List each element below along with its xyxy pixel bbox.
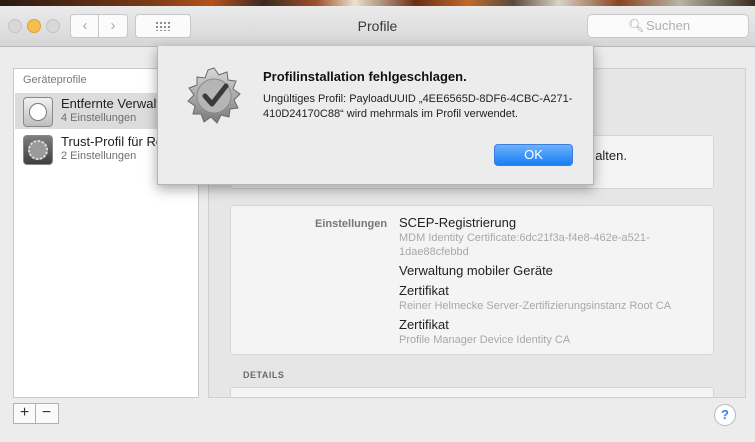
profile-item-subtitle: 2 Einstellungen [61, 150, 137, 162]
profile-info-text: alten. [595, 148, 627, 163]
ok-button[interactable]: OK [494, 144, 573, 166]
details-header: DETAILS [243, 370, 285, 380]
setting-detail: Profile Manager Device Identity CA [399, 334, 571, 346]
search-icon: 🔍︎ [628, 18, 645, 33]
search-placeholder: Suchen [646, 18, 691, 33]
profile-item-subtitle: 4 Einstellungen [61, 112, 137, 124]
setting-title: Zertifikat [399, 283, 449, 298]
setting-title: SCEP-Registrierung [399, 215, 517, 230]
enrollment-profile-icon [23, 97, 53, 127]
search-field[interactable]: 🔍︎ Suchen [587, 14, 749, 38]
alert-title: Profilinstallation fehlgeschlagen. [263, 69, 467, 84]
settings-box: Einstellungen SCEP-Registrierung MDM Ide… [230, 205, 714, 355]
alert-message: Ungültiges Profil: PayloadUUID „4EE6565D… [263, 93, 573, 120]
verified-badge-icon [187, 67, 241, 124]
remove-profile-button[interactable]: − [36, 404, 57, 423]
add-remove-control: + − [13, 403, 59, 424]
help-button[interactable]: ? [714, 404, 736, 426]
gear-profile-icon [23, 135, 53, 165]
setting-title: Zertifikat [399, 317, 449, 332]
title-bar: ‹ › Profile 🔍︎ Suchen [0, 6, 755, 47]
setting-detail: MDM Identity Certificate:6dc21f3a-f4e8-4… [399, 232, 650, 258]
settings-label: Einstellungen [315, 218, 388, 230]
profile-item-title: Entfernte Verwalt [61, 96, 160, 111]
add-profile-button[interactable]: + [14, 404, 36, 423]
setting-title: Verwaltung mobiler Geräte [399, 263, 553, 278]
profile-item-title: Trust-Profil für Re [61, 134, 164, 149]
details-box [230, 387, 714, 397]
error-alert-sheet: Profilinstallation fehlgeschlagen. Ungül… [157, 46, 594, 185]
setting-detail: Reiner Helmecke Server-Zertifizierungsin… [399, 300, 672, 312]
preferences-window: ‹ › Profile 🔍︎ Suchen Geräteprofile Entf… [0, 6, 755, 442]
profile-list-header: Geräteprofile [23, 74, 87, 86]
